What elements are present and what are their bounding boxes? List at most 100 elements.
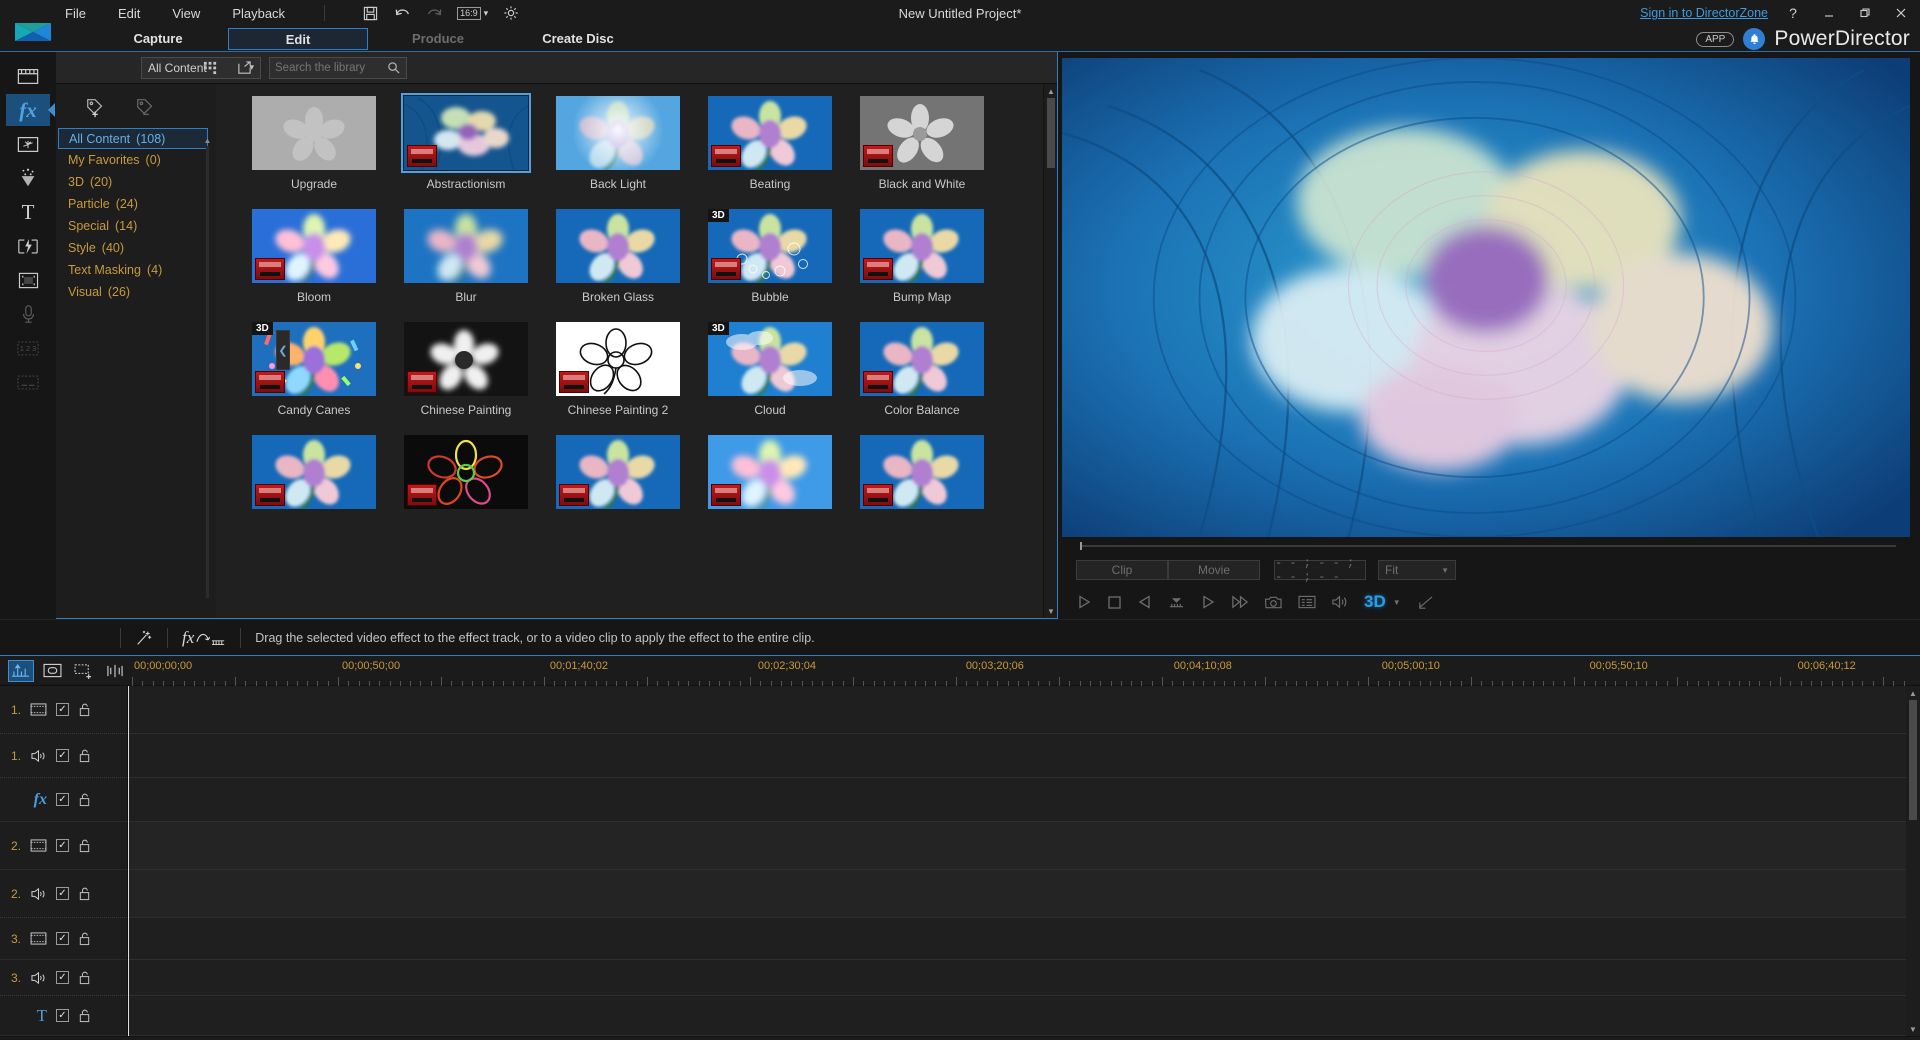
- scroll-up-icon[interactable]: ▲: [1908, 688, 1918, 698]
- menu-edit[interactable]: Edit: [115, 4, 143, 23]
- effect-thumbnail[interactable]: [556, 435, 680, 509]
- effect-item[interactable]: Chinese Painting 2: [542, 322, 694, 417]
- video-track-icon[interactable]: [30, 703, 47, 716]
- effect-item[interactable]: [390, 435, 542, 516]
- effect-thumbnail[interactable]: [404, 96, 528, 170]
- preview-scrubber[interactable]: [1062, 537, 1910, 555]
- effect-item[interactable]: 3DCandy Canes: [238, 322, 390, 417]
- effect-thumbnail[interactable]: [860, 209, 984, 283]
- tab-produce[interactable]: Produce: [368, 28, 508, 50]
- directorzone-signin-link[interactable]: Sign in to DirectorZone: [1640, 6, 1768, 20]
- expand-icon[interactable]: [235, 59, 253, 77]
- scroll-up-icon[interactable]: ▲: [1046, 86, 1056, 96]
- effect-item[interactable]: Beating: [694, 96, 846, 191]
- track-lane[interactable]: [128, 870, 1906, 918]
- audio-track-icon[interactable]: [30, 887, 47, 901]
- category-item-visual[interactable]: Visual(26): [58, 281, 216, 303]
- effect-thumbnail[interactable]: [708, 96, 832, 170]
- unlock-icon[interactable]: [78, 971, 91, 985]
- audio-track-icon[interactable]: [30, 749, 47, 763]
- camera-icon[interactable]: [1264, 591, 1283, 613]
- close-button[interactable]: [1890, 2, 1912, 24]
- effect-thumbnail[interactable]: [556, 322, 680, 396]
- effect-thumbnail[interactable]: 3D: [708, 322, 832, 396]
- effect-thumbnail[interactable]: [860, 435, 984, 509]
- list-icon[interactable]: [1298, 591, 1316, 613]
- track-enable-checkbox[interactable]: ✓: [56, 887, 69, 900]
- track-header-title[interactable]: T✓: [0, 996, 127, 1036]
- menu-view[interactable]: View: [169, 4, 203, 23]
- timecode-display[interactable]: - - ; - - ; - - ; - -: [1274, 560, 1366, 580]
- effect-item[interactable]: Back Light: [542, 96, 694, 191]
- effect-thumbnail[interactable]: [252, 96, 376, 170]
- effect-item[interactable]: [846, 435, 998, 516]
- unlock-icon[interactable]: [78, 1009, 91, 1023]
- sidebar-item-transition-room[interactable]: [6, 230, 50, 262]
- gear-icon[interactable]: [502, 4, 520, 22]
- effect-item[interactable]: Bloom: [238, 209, 390, 304]
- search-input-wrapper[interactable]: [269, 57, 407, 79]
- effect-item[interactable]: Abstractionism: [390, 96, 542, 191]
- scroll-up-icon[interactable]: ▲: [203, 136, 212, 145]
- track-enable-checkbox[interactable]: ✓: [56, 793, 69, 806]
- scroll-down-icon[interactable]: ▼: [1908, 1024, 1918, 1034]
- redo-icon[interactable]: [425, 4, 443, 22]
- scrubber-track[interactable]: [1080, 545, 1896, 547]
- fit-dropdown[interactable]: Fit ▼: [1378, 560, 1456, 580]
- track-header-video-1[interactable]: 1.✓: [0, 686, 127, 734]
- unlock-icon[interactable]: [78, 887, 91, 901]
- effect-item[interactable]: [542, 435, 694, 516]
- effect-item[interactable]: Broken Glass: [542, 209, 694, 304]
- tag-plus-icon[interactable]: [84, 96, 108, 118]
- sidebar-item-chapter-room[interactable]: 1 2 3: [6, 332, 50, 364]
- effect-thumbnail[interactable]: [252, 209, 376, 283]
- sidebar-item-title-room[interactable]: T: [6, 196, 50, 228]
- library-collapse-button[interactable]: ❮: [276, 330, 290, 370]
- timeline-vertical-scrollbar[interactable]: ▲ ▼: [1906, 686, 1920, 1036]
- effect-thumbnail[interactable]: [404, 322, 528, 396]
- track-header-audio-3[interactable]: 3.✓: [0, 960, 127, 996]
- effect-thumbnail[interactable]: [556, 209, 680, 283]
- tag-minus-icon[interactable]: [134, 96, 158, 118]
- save-icon[interactable]: [361, 4, 379, 22]
- effect-thumbnail[interactable]: [404, 209, 528, 283]
- category-item-all-content[interactable]: All Content(108): [58, 128, 208, 149]
- effect-thumbnail[interactable]: [708, 435, 832, 509]
- preview-video[interactable]: [1062, 58, 1910, 537]
- track-enable-checkbox[interactable]: ✓: [56, 971, 69, 984]
- previous-frame-button[interactable]: [1137, 591, 1153, 613]
- category-item-style[interactable]: Style(40): [58, 237, 216, 259]
- add-track-icon[interactable]: [71, 660, 96, 682]
- track-header-video-3[interactable]: 3.✓: [0, 918, 127, 960]
- grid-view-icon[interactable]: [201, 59, 219, 77]
- effect-thumbnail[interactable]: [860, 322, 984, 396]
- next-frame-button[interactable]: [1200, 591, 1216, 613]
- app-badge[interactable]: APP: [1696, 32, 1734, 47]
- effect-item[interactable]: Black and White: [846, 96, 998, 191]
- magic-wand-icon[interactable]: [135, 629, 153, 647]
- track-lane[interactable]: [128, 686, 1906, 734]
- track-header-fx[interactable]: fx✓: [0, 778, 127, 822]
- sidebar-item-media-room[interactable]: [6, 60, 50, 92]
- track-lane[interactable]: [128, 960, 1906, 996]
- sync-icon[interactable]: [103, 660, 128, 682]
- effect-item[interactable]: Chinese Painting: [390, 322, 542, 417]
- movie-mode-button[interactable]: Movie: [1168, 560, 1260, 580]
- track-enable-checkbox[interactable]: ✓: [56, 749, 69, 762]
- track-enable-checkbox[interactable]: ✓: [56, 932, 69, 945]
- tab-create-disc[interactable]: Create Disc: [508, 28, 648, 50]
- library-scrollbar[interactable]: ▲ ▼: [1043, 84, 1057, 618]
- search-input[interactable]: [275, 62, 387, 74]
- track-enable-checkbox[interactable]: ✓: [56, 839, 69, 852]
- track-header-audio-2[interactable]: 2.✓: [0, 870, 127, 918]
- effect-item[interactable]: Blur: [390, 209, 542, 304]
- aspect-ratio-selector[interactable]: 16:9 ▾: [457, 4, 488, 22]
- speaker-icon[interactable]: [1331, 591, 1349, 613]
- category-item-text-masking[interactable]: Text Masking(4): [58, 259, 216, 281]
- stop-button[interactable]: [1107, 591, 1122, 613]
- effect-thumbnail[interactable]: 3D: [708, 209, 832, 283]
- undo-icon[interactable]: [393, 4, 411, 22]
- effect-item[interactable]: 3DCloud: [694, 322, 846, 417]
- search-icon[interactable]: [387, 61, 400, 74]
- effect-item[interactable]: Upgrade: [238, 96, 390, 191]
